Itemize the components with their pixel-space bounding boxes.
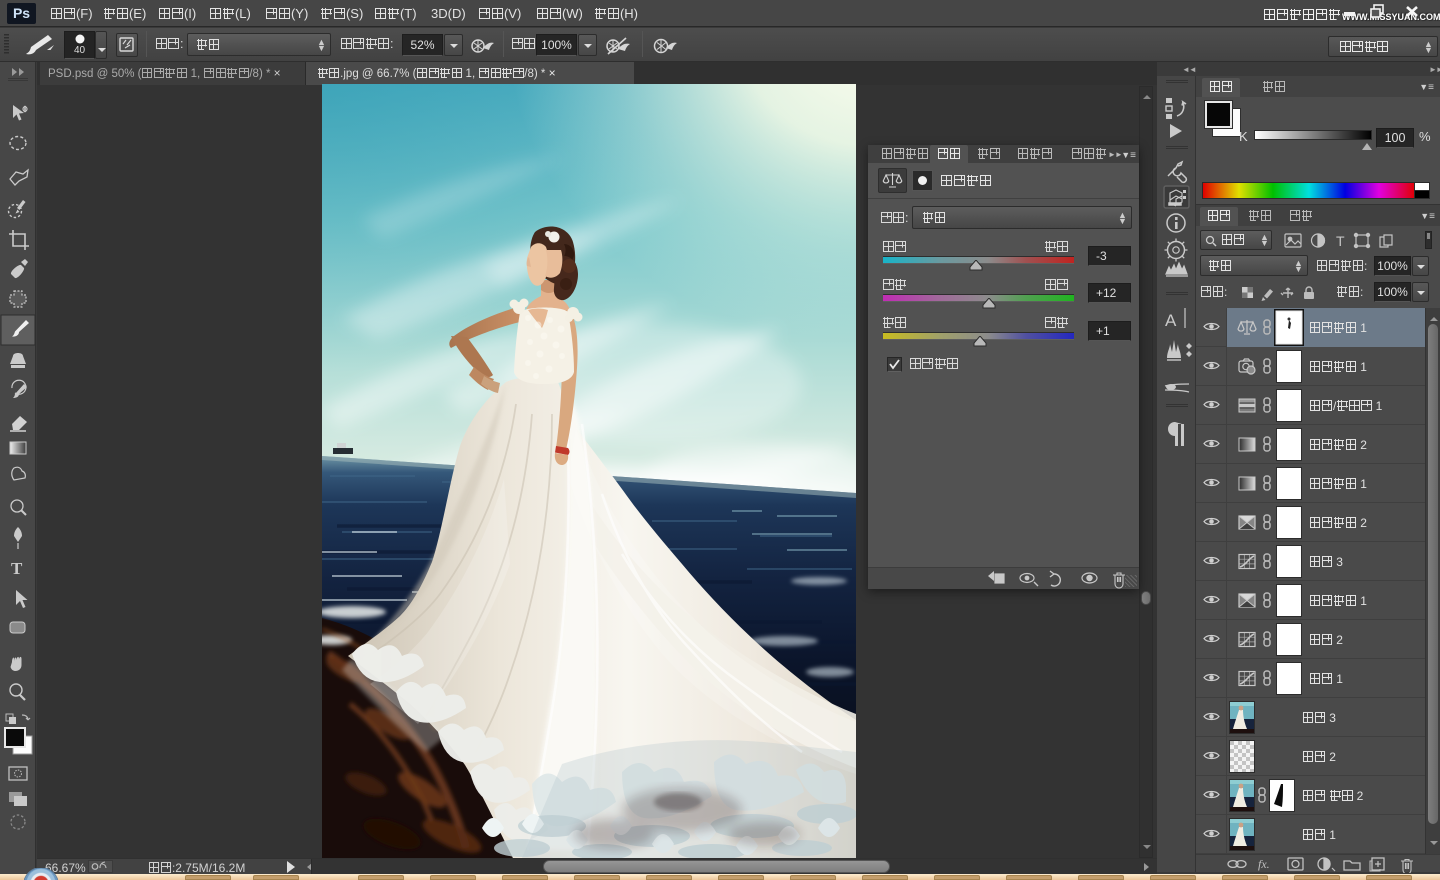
svg-text:T: T bbox=[1336, 233, 1345, 249]
svg-text:T: T bbox=[11, 559, 23, 578]
svg-text:A: A bbox=[1165, 311, 1177, 330]
svg-text:fx.: fx. bbox=[1258, 857, 1270, 871]
